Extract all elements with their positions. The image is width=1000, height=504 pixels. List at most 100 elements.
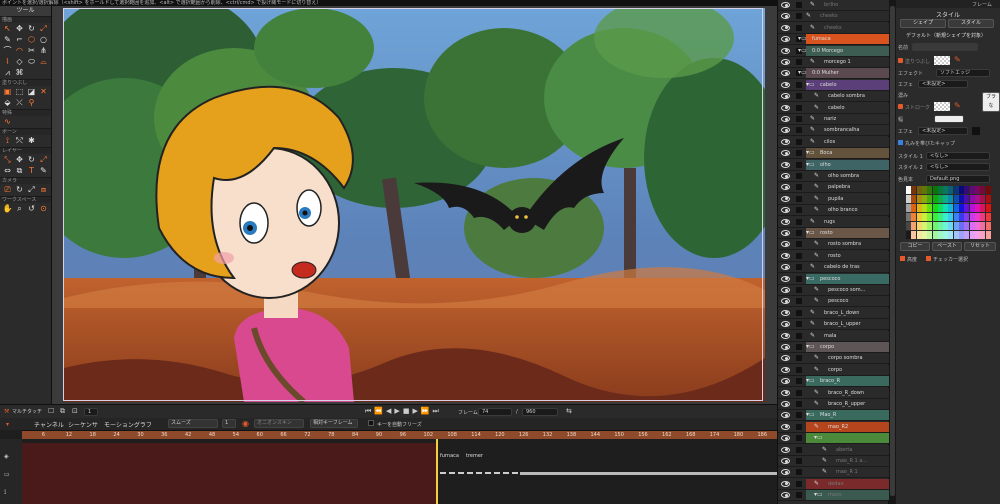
palette-swatch[interactable] [980,231,986,239]
visibility-eye-icon[interactable] [781,366,790,373]
palette-swatch[interactable] [927,213,933,221]
tool-icon[interactable]: ✋ [2,204,13,214]
tab-shape[interactable]: シェイプ [900,19,946,28]
visibility-eye-icon[interactable] [781,104,790,111]
layer-checkbox[interactable] [796,412,802,419]
layer-row[interactable]: ▾▭ cabelo [778,79,890,91]
palette-swatch[interactable] [937,231,943,239]
layer-row[interactable]: ✎ cilos [778,136,890,148]
scene-canvas[interactable] [64,8,765,402]
layer-checkbox[interactable] [796,298,802,305]
layer-row[interactable]: ▾▭ maos [778,490,890,502]
tool-icon[interactable]: ↻ [26,24,37,34]
tool-icon[interactable]: ↺ [26,204,37,214]
palette-swatch[interactable] [980,186,986,194]
layer-row[interactable]: ✎ corpo [778,364,890,376]
layer-checkbox[interactable] [796,161,802,168]
palette-swatch[interactable] [974,222,980,230]
palette-swatch[interactable] [985,195,991,203]
tool-icon[interactable]: ⌇ [2,57,13,67]
layer-checkbox[interactable] [796,321,802,328]
layer-checkbox[interactable] [796,184,802,191]
layers-scrollbar[interactable] [889,0,896,504]
palette-swatch[interactable] [953,222,959,230]
palette-swatch[interactable] [985,231,991,239]
visibility-eye-icon[interactable] [781,184,790,191]
layer-icon[interactable]: ☐ [48,407,54,415]
duplicate-icon[interactable]: ⊡ [72,407,78,415]
visibility-eye-icon[interactable] [781,355,790,362]
tool-icon[interactable]: ⌕ [14,204,25,214]
tool-icon[interactable]: ↻ [14,185,25,195]
visibility-eye-icon[interactable] [781,446,790,453]
palette-swatch[interactable] [921,195,927,203]
palette-swatch[interactable] [974,195,980,203]
tool-icon[interactable]: ◇ [14,57,25,67]
palette-swatch[interactable] [932,222,938,230]
palette-swatch[interactable] [916,222,922,230]
visibility-eye-icon[interactable] [781,332,790,339]
visibility-eye-icon[interactable] [781,275,790,282]
layer-checkbox[interactable] [796,150,802,157]
tool-icon[interactable]: ⌓ [38,57,49,67]
palette-swatch[interactable] [964,231,970,239]
name-field[interactable] [912,43,978,51]
visibility-eye-icon[interactable] [781,2,790,8]
layer-row[interactable]: ✎ braco_L_upper [778,319,890,331]
copy-button[interactable]: コピー [900,242,930,251]
layer-checkbox[interactable] [796,218,802,225]
palette-swatch[interactable] [937,195,943,203]
palette-swatch[interactable] [906,195,911,203]
tool-icon[interactable]: ⊙ [38,204,49,214]
palette-swatch[interactable] [969,204,975,212]
style2-select[interactable]: <なし> [926,163,990,171]
tool-icon[interactable]: ✱ [26,136,37,146]
palette-swatch[interactable] [948,195,954,203]
bone-track-icon[interactable]: ⟟ [4,489,6,497]
layer-row[interactable]: ✎ cheeks [778,11,890,23]
palette-swatch[interactable] [964,222,970,230]
marker-furnaca[interactable]: furnaca [440,453,459,459]
layer-checkbox[interactable] [796,207,802,214]
layer-checkbox[interactable] [796,116,802,122]
palette-swatch[interactable] [969,186,975,194]
tool-icon[interactable]: ⤢ [26,185,37,195]
visibility-eye-icon[interactable] [781,435,790,442]
visibility-eye-icon[interactable] [781,138,790,145]
palette-swatch[interactable] [948,213,954,221]
layer-row[interactable]: ✎ cabelo sombra [778,91,890,103]
palette-swatch[interactable] [969,195,975,203]
layer-checkbox[interactable] [796,81,802,88]
marker-tremer[interactable]: tremer [466,453,483,459]
palette-swatch[interactable] [959,195,964,203]
onion-skin-icon[interactable]: ◉ [242,419,249,428]
layer-row[interactable]: ▾▭ Boca [778,148,890,160]
palette-swatch[interactable] [921,204,927,212]
visibility-eye-icon[interactable] [781,116,790,122]
palette-swatch[interactable] [906,186,911,194]
layer-checkbox[interactable] [796,435,802,442]
tool-icon[interactable]: ✎ [38,166,49,176]
tool-icon[interactable]: ⋔ [38,46,49,56]
timeline-menu-icon[interactable]: ▾ [6,421,9,428]
width-field[interactable] [934,115,964,123]
palette-swatch[interactable] [932,195,938,203]
stop-icon[interactable]: ■ [403,407,410,416]
layer-row[interactable]: ✎ olho sombra [778,171,890,182]
palette-swatch[interactable] [916,195,922,203]
tool-icon[interactable]: ↻ [26,155,37,165]
palette-swatch[interactable] [948,204,954,212]
layer-row[interactable]: ✎ cheeks [778,22,890,34]
tab-style[interactable]: スタイル [948,19,994,28]
layer-row[interactable]: ✎ pescoco [778,296,890,308]
start-frame-field[interactable]: 1 [84,408,98,416]
palette-swatch[interactable] [943,204,949,212]
palette-swatch[interactable] [943,222,949,230]
palette-swatch[interactable] [985,204,991,212]
palette-swatch[interactable] [932,213,938,221]
visibility-eye-icon[interactable] [781,218,790,225]
palette-swatch[interactable] [916,186,922,194]
tool-icon[interactable]: ◠ [14,46,25,56]
palette-swatch[interactable] [943,195,949,203]
visibility-eye-icon[interactable] [781,252,790,259]
